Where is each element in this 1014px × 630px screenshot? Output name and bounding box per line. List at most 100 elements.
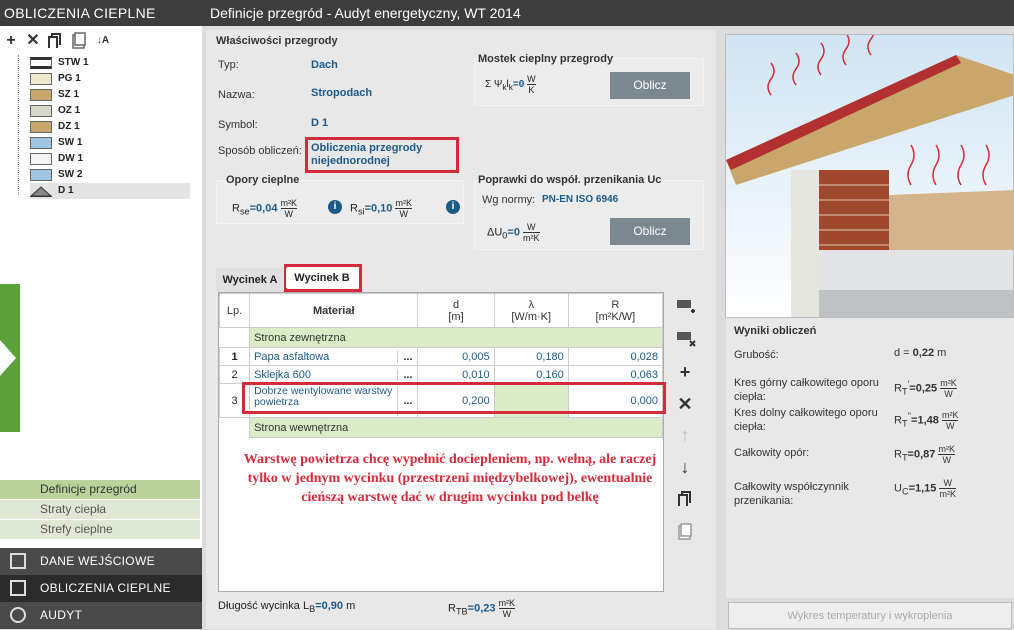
du-unit: Wm²K	[523, 222, 540, 243]
brick-icon	[30, 89, 52, 101]
close-icon[interactable]: ✕	[24, 32, 42, 50]
edit-icon	[10, 553, 26, 569]
rse-unit: m²K W	[280, 198, 298, 219]
norm-label: Wg normy:	[482, 194, 536, 206]
door-icon	[30, 121, 52, 133]
rse-field: Rse=0,04 m²K W	[232, 198, 298, 219]
wspolczynnik-label: Całkowity współczynnik przenikania:	[734, 481, 849, 507]
wall-internal-icon	[30, 169, 52, 181]
plus-icon[interactable]: +	[2, 32, 20, 50]
rsi-field: Rsi=0,10 m²K W	[350, 198, 412, 219]
tree-item-d1[interactable]: D 1	[29, 183, 190, 199]
tree-item-sw1[interactable]: SW 1	[30, 135, 190, 151]
typ-label: Typ:	[218, 59, 239, 71]
arrow-right-icon	[0, 340, 16, 376]
poprawki-oblicz-button[interactable]: Oblicz	[610, 218, 690, 245]
sub-nav: Definicje przegród Straty ciepła Strefy …	[0, 480, 202, 542]
copy-icon[interactable]	[676, 490, 694, 508]
calkowity-value: RT=0,87 m²K W	[894, 444, 955, 465]
mostek-formula: Σ Ψklk=0 WK	[485, 74, 536, 95]
calculator-icon	[10, 580, 26, 596]
sposob-label: Sposób obliczeń:	[218, 145, 302, 157]
roof-illustration	[725, 34, 1014, 318]
left-panel-title: OBLICZENIA CIEPLNE	[0, 0, 202, 26]
delete-row-icon[interactable]	[676, 330, 696, 348]
kres-dolny-value: RT''=1,48 m²K W	[894, 410, 959, 431]
tree-item-sw2[interactable]: SW 2	[30, 167, 190, 183]
document-icon[interactable]	[676, 523, 694, 541]
symbol-label: Symbol:	[218, 119, 258, 131]
props-heading: Właściwości przegrody	[216, 35, 338, 47]
table-row: Strona wewnętrzna	[219, 417, 663, 438]
add-icon[interactable]: +	[676, 363, 694, 381]
annotation-text: Warstwę powietrza chcę wypełnić docieple…	[243, 452, 657, 505]
col-lambda: λ [W/m·K]	[493, 293, 569, 328]
tree-item-oz1[interactable]: OZ 1	[30, 103, 190, 119]
copy-layer-icon[interactable]	[46, 32, 64, 50]
document-icon[interactable]	[70, 32, 88, 50]
mostek-oblicz-button[interactable]: Oblicz	[610, 72, 690, 99]
kres-dolny-label: Kres dolny całkowitego oporu ciepła:	[734, 407, 878, 433]
info-icon[interactable]: i	[328, 200, 342, 214]
symbol-value: D 1	[311, 117, 329, 129]
dlugosc-field: Długość wycinka LB=0,90 m	[218, 600, 356, 615]
results-heading: Wyniki obliczeń	[734, 325, 817, 337]
floor-icon	[30, 73, 52, 85]
tree-item-dw1[interactable]: DW 1	[30, 151, 190, 167]
poprawki-heading: Poprawki do współ. przenikania Uc	[478, 174, 662, 186]
norm-value[interactable]: PN-EN ISO 6946	[542, 194, 618, 205]
info-icon[interactable]: i	[446, 200, 460, 214]
table-row[interactable]: 1 Papa asfaltowa... 0,005 0,180 0,028	[218, 347, 664, 366]
rsi-unit: m²K W	[395, 198, 412, 219]
nav-dane-wejsciowe[interactable]: DANE WEJŚCIOWE	[0, 548, 202, 575]
du-field: ΔU0=0 Wm²K	[487, 222, 540, 243]
nazwa-value: Stropodach	[311, 87, 373, 99]
tree-item-sz1[interactable]: SZ 1	[30, 87, 190, 103]
sposob-value[interactable]: Obliczenia przegrody niejednorodnej	[311, 142, 422, 168]
element-tree: STW 1 PG 1 SZ 1 OZ 1 DZ 1 SW 1 DW 1 SW 2…	[0, 55, 202, 205]
wall-internal-icon	[30, 137, 52, 149]
nav-audyt[interactable]: AUDYT	[0, 602, 202, 629]
arrow-down-icon[interactable]: ↓	[676, 458, 694, 476]
material-table: Lp. Materiał d [m] λ [W/m·K] R [m²K/W] Stro…	[218, 292, 664, 592]
roof-icon	[29, 185, 53, 197]
tree-item-pg1[interactable]: PG 1	[30, 71, 190, 87]
tree-item-dz1[interactable]: DZ 1	[30, 119, 190, 135]
ellipsis-button[interactable]: ...	[397, 368, 417, 381]
left-toolbar: + ✕ ↓A	[0, 30, 202, 54]
sub-nav-definicje[interactable]: Definicje przegród	[0, 480, 200, 499]
sub-nav-strefy[interactable]: Strefy cieplne	[0, 520, 200, 539]
tree-item-stw1[interactable]: STW 1	[30, 55, 190, 71]
insert-row-above-icon[interactable]	[676, 298, 695, 316]
kres-gorny-value: RT'=0,25 m²K W	[894, 378, 957, 399]
tab-wycinek-a[interactable]: Wycinek A	[216, 268, 284, 292]
col-lp: Lp.	[218, 293, 251, 328]
ellipsis-button[interactable]: ...	[397, 350, 417, 363]
grubosc-value: d = 0,22 m	[894, 347, 947, 359]
kres-gorny-label: Kres górny całkowitego oporu ciepła:	[734, 377, 879, 403]
wall-icon	[30, 57, 52, 69]
tab-wycinek-b[interactable]: Wycinek B	[286, 268, 358, 288]
nav-obliczenia-cieplne[interactable]: OBLICZENIA CIEPLNE	[0, 575, 202, 602]
mostek-heading: Mostek cieplny przegrody	[478, 53, 614, 65]
col-material: Materiał	[249, 293, 419, 328]
wspolczynnik-value: UC=1,15 Wm²K	[894, 478, 956, 499]
sub-nav-straty[interactable]: Straty ciepła	[0, 500, 200, 519]
arrow-up-icon[interactable]: ↑	[676, 426, 694, 444]
table-row[interactable]: 2 Sklejka 600... 0,010 0,160 0,063	[218, 365, 664, 384]
calkowity-label: Całkowity opór:	[734, 447, 810, 459]
door-internal-icon	[30, 153, 52, 165]
row-highlight	[242, 382, 666, 414]
main-title: Definicje przegród - Audyt energetyczny,…	[202, 0, 1014, 26]
window-icon	[30, 105, 52, 117]
chart-button[interactable]: Wykres temperatury i wykroplenia	[728, 602, 1012, 629]
nazwa-label: Nazwa:	[218, 89, 255, 101]
magnifier-icon	[10, 607, 26, 623]
typ-value: Dach	[311, 59, 338, 71]
rtb-field: RTB=0,23 m²K W	[448, 598, 516, 619]
results-panel: Wyniki obliczeń Grubość: d = 0,22 m Kres…	[726, 318, 1014, 598]
close-icon[interactable]: ✕	[676, 395, 694, 413]
grubosc-label: Grubość:	[734, 349, 779, 361]
col-r: R [m²K/W]	[567, 293, 664, 328]
sort-icon[interactable]: ↓A	[94, 32, 112, 50]
